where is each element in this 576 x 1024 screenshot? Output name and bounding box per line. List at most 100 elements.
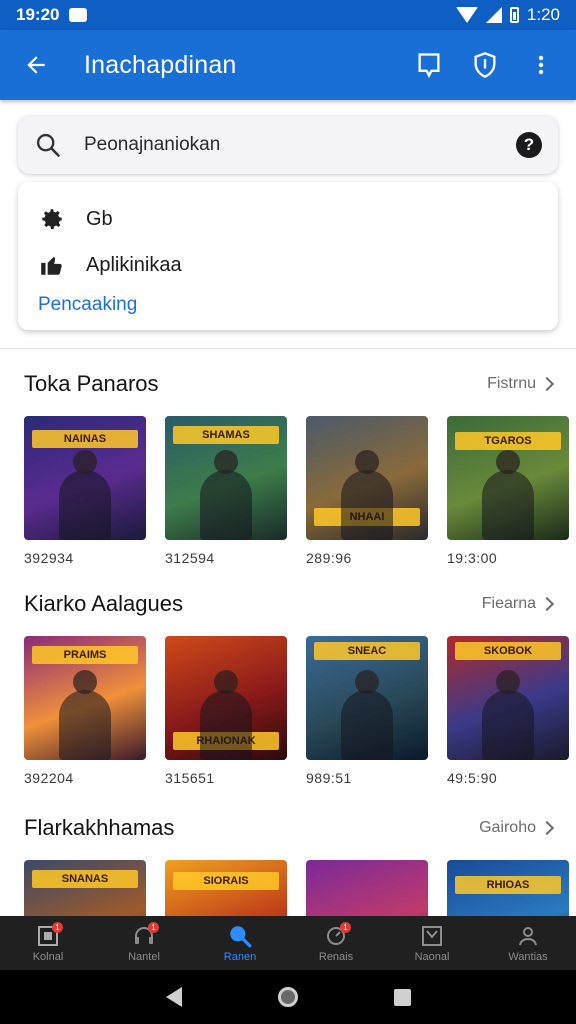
nav-label: Renais (318, 951, 354, 963)
search-icon (227, 923, 253, 949)
notification-badge: 1 (52, 922, 63, 933)
game-thumbnail: SKOBOK (447, 636, 569, 760)
bookmark-button[interactable] (412, 48, 446, 82)
search-input[interactable]: Peonajnaniokan (84, 134, 220, 156)
status-time: 19:20 (16, 5, 60, 24)
nav-label: Nantel (128, 951, 160, 963)
chevron-right-icon (539, 820, 555, 836)
app-bar: Inachapdinan (0, 30, 576, 100)
game-card[interactable]: RHAIONAK 315651 (165, 636, 287, 786)
notification-icon (69, 8, 88, 22)
notification-badge: 1 (340, 922, 351, 933)
game-card[interactable]: PRAIMS 392204 (24, 636, 146, 786)
game-card[interactable]: SNEAC 989:51 (306, 636, 428, 786)
nav-item-library[interactable]: Naonal (384, 916, 480, 970)
search-suggestions: Gb Aplikinikaa Pencaaking (18, 182, 558, 330)
more-vert-icon (538, 55, 544, 75)
shield-button[interactable] (468, 48, 502, 82)
help-icon[interactable]: ? (516, 132, 542, 158)
game-logo-text: TGAROS (455, 432, 561, 450)
section-title: Toka Panaros (24, 371, 159, 396)
system-home-icon[interactable] (277, 987, 298, 1007)
game-logo-text: SHAMAS (173, 426, 279, 444)
nav-item-headset[interactable]: 1 Nantel (96, 916, 192, 970)
nav-item-home[interactable]: 1 Kolnal (0, 916, 96, 970)
gear-icon (38, 205, 66, 233)
nav-item-refresh[interactable]: 1 Renais (288, 916, 384, 970)
game-thumbnail: SNEAC (306, 636, 428, 760)
game-logo-text: RHIOAS (455, 876, 561, 894)
see-more-label: Fistrnu (487, 375, 536, 392)
game-thumbnail: RHAIONAK (165, 636, 287, 760)
divider (0, 348, 576, 349)
game-thumbnail: NHAAI (306, 416, 428, 540)
app-bar-actions (412, 48, 558, 82)
game-caption: 289:96 (306, 550, 352, 566)
game-caption: 49:5:90 (447, 770, 498, 786)
game-card[interactable]: NHAAI 289:96 (306, 416, 428, 566)
see-more-label: Gairoho (479, 819, 536, 836)
see-more-link[interactable]: Fistrnu (487, 375, 555, 393)
nav-label: Naonal (414, 951, 450, 963)
game-caption: 19:3:00 (447, 550, 498, 566)
see-more-label: Fiearna (481, 595, 536, 612)
nav-label: Kolnal (32, 951, 64, 963)
game-logo-text: SNANAS (32, 870, 138, 888)
nav-label: Wantias (508, 951, 548, 963)
suggestion-link[interactable]: Pencaaking (38, 294, 538, 316)
game-caption: 312594 (165, 550, 215, 566)
game-logo-text: PRAIMS (32, 646, 138, 664)
page-title: Inachapdinan (84, 50, 237, 79)
thumbs-up-icon (38, 251, 66, 279)
game-card[interactable]: SKOBOK 49:5:90 (447, 636, 569, 786)
shield-icon (474, 52, 496, 78)
game-logo-text: NAINAS (32, 430, 138, 448)
game-card[interactable]: SHAMAS 312594 (165, 416, 287, 566)
section-title: Flarkakhhamas (24, 815, 175, 840)
game-caption: 315651 (165, 770, 215, 786)
game-card[interactable]: NAINAS 392934 (24, 416, 146, 566)
bottom-navigation: 1 Kolnal 1 Nantel Ranen 1 Renais Naonal (0, 916, 576, 970)
see-more-link[interactable]: Fiearna (481, 595, 555, 613)
chevron-right-icon (539, 596, 555, 612)
game-caption: 989:51 (306, 770, 352, 786)
status-bar: 19:20 1:20 (0, 0, 576, 30)
battery-text: 1:20 (526, 5, 560, 24)
nav-item-profile[interactable]: Wantias (480, 916, 576, 970)
see-more-link[interactable]: Gairoho (479, 819, 555, 837)
game-card[interactable]: TGAROS 19:3:00 (447, 416, 569, 566)
game-thumbnail: SHAMAS (165, 416, 287, 540)
game-section: Kiarko Aalagues Fiearna PRAIMS 392204 RH… (0, 586, 576, 786)
signal-icon (485, 7, 502, 23)
search-bar[interactable]: Peonajnaniokan ? (18, 116, 558, 174)
system-navigation (0, 970, 576, 1024)
notification-badge: 1 (148, 922, 159, 933)
game-thumbnail: PRAIMS (24, 636, 146, 760)
system-recents-icon[interactable] (393, 988, 411, 1006)
suggestion-item[interactable]: Gb (38, 196, 538, 242)
nav-item-search[interactable]: Ranen (192, 916, 288, 970)
game-logo-text: SKOBOK (455, 642, 561, 660)
game-caption: 392934 (24, 550, 74, 566)
game-caption: 392204 (24, 770, 74, 786)
person-icon (515, 923, 541, 949)
system-back-icon[interactable] (165, 987, 182, 1007)
game-thumbnail: NAINAS (24, 416, 146, 540)
suggestion-label: Aplikinikaa (86, 253, 182, 276)
wifi-icon (455, 7, 478, 23)
arrow-left-icon (27, 56, 45, 74)
search-icon (36, 133, 60, 157)
back-button[interactable] (18, 47, 54, 83)
chevron-right-icon (539, 376, 555, 392)
suggestion-item[interactable]: Aplikinikaa (38, 242, 538, 288)
game-section: Toka Panaros Fistrnu NAINAS 392934 SHAMA… (0, 366, 576, 566)
nav-label: Ranen (223, 951, 257, 963)
battery-icon (509, 7, 519, 23)
more-options-button[interactable] (524, 48, 558, 82)
library-icon (419, 923, 445, 949)
game-logo-text: SIORAIS (173, 872, 279, 890)
game-logo-text: SNEAC (314, 642, 420, 660)
section-title: Kiarko Aalagues (24, 591, 183, 616)
bookmark-icon (418, 53, 440, 79)
suggestion-label: Gb (86, 207, 113, 230)
